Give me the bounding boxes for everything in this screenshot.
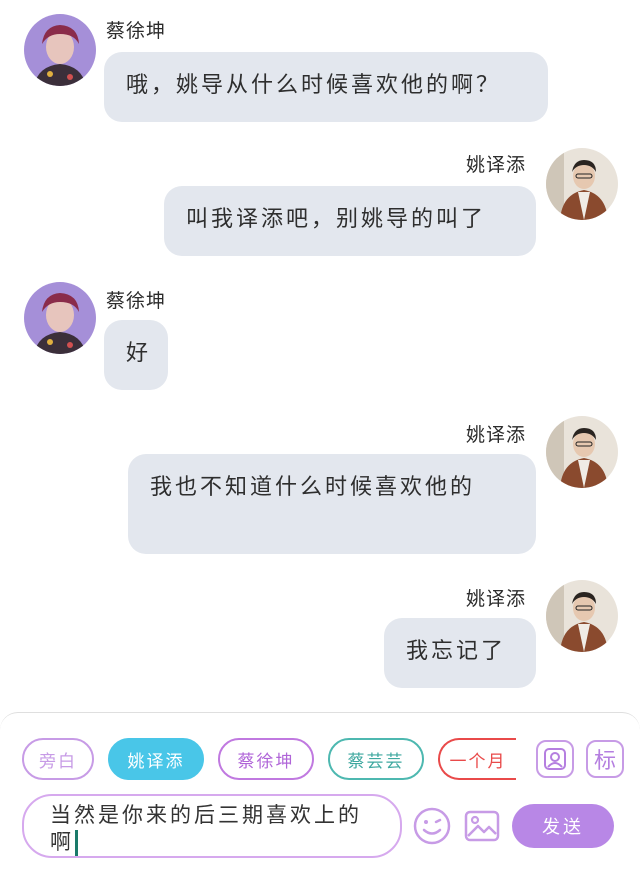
sender-name: 蔡徐坤 xyxy=(106,20,167,42)
role-chip-month[interactable]: 一个月 xyxy=(438,738,516,780)
input-text: 当然是你来的后三期喜欢上的啊 xyxy=(50,803,362,854)
message-bubble[interactable]: 好 xyxy=(104,320,168,390)
avatar[interactable] xyxy=(24,282,96,354)
sender-name: 姚译添 xyxy=(466,588,527,610)
message-bubble[interactable]: 我忘记了 xyxy=(384,618,536,688)
sender-name: 蔡徐坤 xyxy=(106,290,167,312)
smiley-icon[interactable] xyxy=(412,806,452,846)
image-icon[interactable] xyxy=(462,806,502,846)
avatar[interactable] xyxy=(546,148,618,220)
avatar[interactable] xyxy=(546,580,618,652)
label-button[interactable]: 标 xyxy=(586,740,624,778)
role-chip-narrator[interactable]: 旁白 xyxy=(22,738,94,780)
text-caret xyxy=(75,830,78,856)
role-chip-cai[interactable]: 蔡徐坤 xyxy=(218,738,314,780)
sender-name: 姚译添 xyxy=(466,424,527,446)
contact-card-icon[interactable] xyxy=(536,740,574,778)
message-bubble[interactable]: 哦，姚导从什么时候喜欢他的啊？ xyxy=(104,52,548,122)
chat-area: 蔡徐坤 哦，姚导从什么时候喜欢他的啊？ 姚译添 叫我译添吧，别姚导的叫了 蔡徐坤… xyxy=(0,0,640,712)
role-chip-caiyun[interactable]: 蔡芸芸 xyxy=(328,738,424,780)
sender-name: 姚译添 xyxy=(466,154,527,176)
avatar[interactable] xyxy=(546,416,618,488)
avatar[interactable] xyxy=(24,14,96,86)
message-bubble[interactable]: 叫我译添吧，别姚导的叫了 xyxy=(164,186,536,256)
message-bubble[interactable]: 我也不知道什么时候喜欢他的 xyxy=(128,454,536,554)
send-button[interactable]: 发送 xyxy=(512,804,614,848)
role-chip-yao[interactable]: 姚译添 xyxy=(108,738,204,780)
message-input[interactable]: 当然是你来的后三期喜欢上的啊 xyxy=(22,794,402,858)
